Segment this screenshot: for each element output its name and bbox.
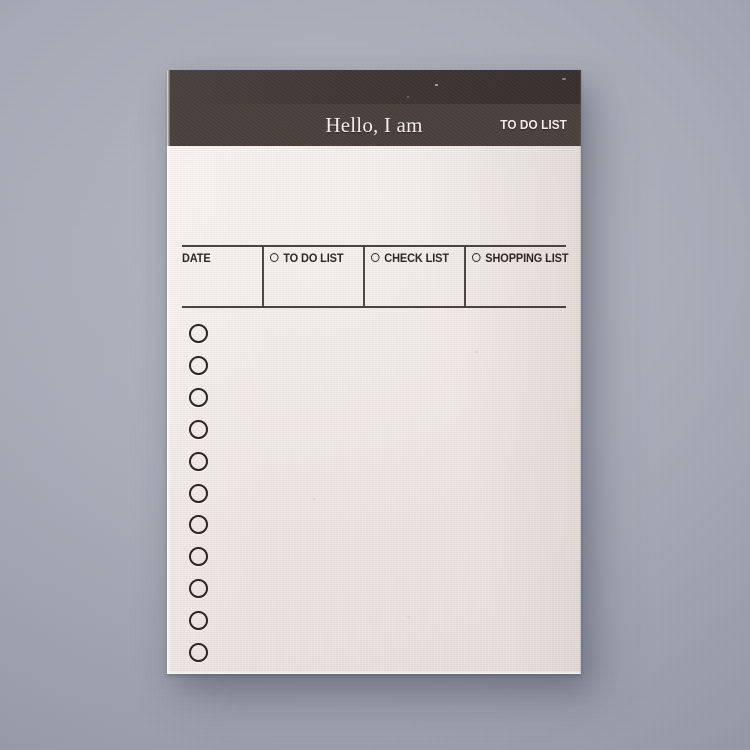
circle-bullet-icon[interactable] xyxy=(472,253,481,262)
column-label-text: DATE xyxy=(182,253,211,265)
table-rule-bottom xyxy=(182,306,566,308)
column-header-todo-list[interactable]: TO DO LIST xyxy=(270,253,344,265)
notepad[interactable]: Hello, I am TO DO LIST DATE TO DO LIST C… xyxy=(167,70,581,674)
row-checkbox[interactable] xyxy=(189,451,208,471)
column-divider-1 xyxy=(262,247,264,306)
row-checkbox[interactable] xyxy=(189,387,208,407)
band-top-texture xyxy=(167,70,581,104)
paper-speck xyxy=(407,96,409,98)
row-checkbox[interactable] xyxy=(189,515,208,535)
paper-speck xyxy=(313,498,315,500)
circle-bullet-icon[interactable] xyxy=(371,253,380,262)
column-header-check-list[interactable]: CHECK LIST xyxy=(371,253,449,265)
row-checkbox[interactable] xyxy=(189,324,208,343)
column-divider-3 xyxy=(464,247,466,306)
paper-speck xyxy=(562,78,566,80)
column-label-text: SHOPPING LIST xyxy=(485,253,569,265)
column-label-text: TO DO LIST xyxy=(283,253,344,265)
circle-bullet-icon[interactable] xyxy=(270,253,279,262)
band-top-sheen xyxy=(167,70,581,104)
row-checkbox[interactable] xyxy=(189,483,208,503)
column-header-date: DATE xyxy=(182,253,211,265)
row-checkbox[interactable] xyxy=(189,419,208,439)
row-checkbox[interactable] xyxy=(189,355,208,375)
column-divider-2 xyxy=(363,247,365,306)
header-band-top xyxy=(167,70,581,104)
row-checkbox[interactable] xyxy=(189,579,208,599)
header-band-title: Hello, I am TO DO LIST xyxy=(167,104,581,146)
header-badge: TO DO LIST xyxy=(500,118,567,132)
paper-speck xyxy=(435,84,438,86)
row-checkbox[interactable] xyxy=(189,643,208,662)
paper-speck xyxy=(407,616,410,618)
row-checkbox[interactable] xyxy=(189,611,208,631)
table-rule-top xyxy=(182,245,566,247)
column-header-shopping-list[interactable]: SHOPPING LIST xyxy=(472,253,569,265)
paper-shading-overlay xyxy=(167,146,581,674)
row-checkbox[interactable] xyxy=(189,547,208,567)
paper-sheet: DATE TO DO LIST CHECK LIST SHOPPING LIST xyxy=(167,146,581,674)
paper-grain-overlay xyxy=(167,146,581,674)
column-label-text: CHECK LIST xyxy=(384,253,449,265)
paper-speck xyxy=(475,351,478,353)
